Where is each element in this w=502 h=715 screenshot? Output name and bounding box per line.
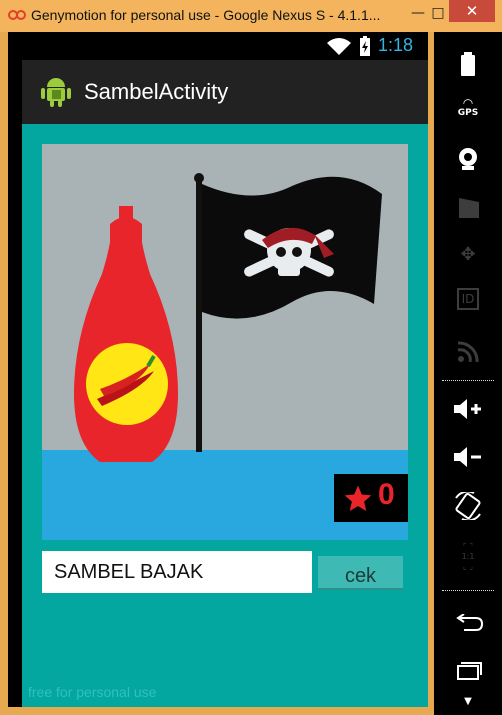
maximize-button[interactable]: □	[427, 3, 449, 23]
minimize-button[interactable]: —	[407, 3, 429, 23]
camera-icon[interactable]	[434, 146, 502, 170]
star-icon	[344, 485, 372, 511]
android-icon	[41, 78, 71, 107]
rotate-icon[interactable]	[434, 492, 502, 520]
status-clock: 1:18	[378, 35, 414, 55]
activity-content: 0 cek free for personal use	[22, 124, 428, 707]
emulator-sidebar: ◠ GPS ✥ ID ⌜ ⌝ 1:1 ⌞ ⌟ ▼	[434, 32, 502, 715]
id-icon[interactable]: ID	[434, 288, 502, 310]
score-value: 0	[378, 478, 395, 511]
volume-up-icon[interactable]	[434, 398, 502, 420]
video-icon[interactable]	[434, 198, 502, 220]
device-screen: 1:18 SambelActivity 0 SAMBEL BAJAK cek f…	[8, 32, 428, 707]
close-button[interactable]: ✕	[449, 0, 495, 22]
recent-apps-icon[interactable]	[434, 662, 502, 680]
rss-icon[interactable]	[434, 340, 502, 362]
action-bar: SambelActivity	[22, 60, 428, 124]
battery-status-icon	[360, 36, 370, 56]
scale-icon[interactable]: ⌜ ⌝ 1:1 ⌞ ⌟	[434, 542, 502, 572]
window-titlebar: Genymotion for personal use - Google Nex…	[0, 0, 502, 32]
battery-icon[interactable]	[434, 52, 502, 76]
volume-down-icon[interactable]	[434, 446, 502, 468]
check-button[interactable]: cek	[318, 556, 403, 590]
back-icon[interactable]	[434, 614, 502, 632]
dpad-icon[interactable]: ✥	[434, 244, 502, 265]
gps-icon[interactable]: ◠ GPS	[434, 97, 502, 118]
wifi-icon	[327, 38, 351, 55]
answer-input[interactable]	[42, 551, 312, 593]
sidebar-separator	[442, 590, 494, 591]
status-bar: 1:18	[8, 32, 428, 60]
sidebar-separator	[442, 380, 494, 381]
chevron-down-icon[interactable]: ▼	[434, 696, 502, 707]
window-title: Genymotion for personal use - Google Nex…	[31, 7, 381, 23]
score-badge: 0	[334, 474, 408, 522]
genymotion-logo-icon	[8, 10, 26, 20]
activity-title: SambelActivity	[84, 79, 229, 104]
watermark-text: free for personal use	[28, 684, 157, 700]
